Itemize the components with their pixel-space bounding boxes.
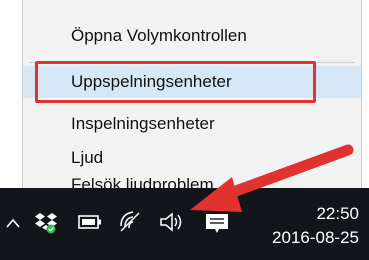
clock-date: 2016-08-25 xyxy=(272,228,359,247)
menu-item-label: Inspelningsenheter xyxy=(71,114,215,133)
menu-item-sounds[interactable]: Ljud xyxy=(23,142,361,174)
menu-item-label: Ljud xyxy=(71,148,104,167)
action-center-icon[interactable] xyxy=(204,212,230,236)
menu-item-recording-devices[interactable]: Inspelningsenheter xyxy=(23,108,361,140)
wifi-icon[interactable] xyxy=(118,208,142,234)
battery-icon[interactable] xyxy=(78,214,102,230)
menu-item-open-volume-mixer[interactable]: Öppna Volymkontrollen xyxy=(23,20,361,52)
clock-time: 22:50 xyxy=(316,204,359,223)
menu-item-label: Öppna Volymkontrollen xyxy=(71,26,247,45)
chevron-up-icon[interactable] xyxy=(6,218,20,228)
taskbar: 22:50 2016-08-25 xyxy=(0,188,369,260)
taskbar-clock[interactable]: 22:50 2016-08-25 xyxy=(249,202,359,250)
annotation-highlight-box xyxy=(35,61,316,103)
dropbox-icon[interactable] xyxy=(34,210,58,234)
speaker-icon[interactable] xyxy=(158,210,186,234)
